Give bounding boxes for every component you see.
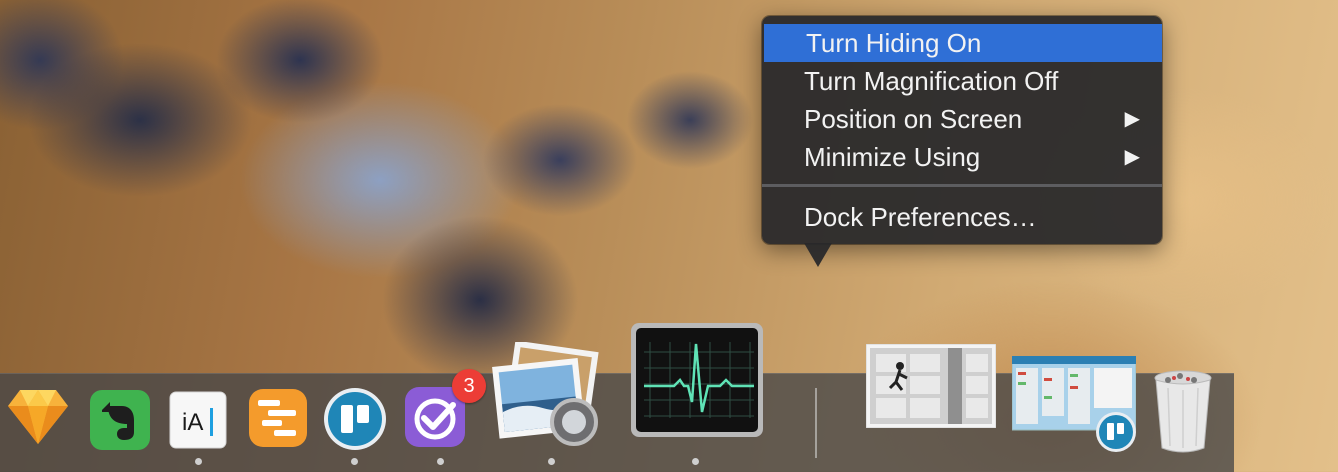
running-indicator xyxy=(437,458,444,465)
svg-text:iA: iA xyxy=(182,409,203,436)
menu-item-label: Turn Hiding On xyxy=(806,28,982,58)
preview-icon[interactable] xyxy=(492,342,600,448)
desktop: { "context_menu": { "items": [ {"label":… xyxy=(0,0,1338,472)
menu-item-label: Minimize Using xyxy=(804,142,981,172)
evernote-icon[interactable] xyxy=(88,388,152,452)
menu-item-position-on-screen[interactable]: Position on Screen ▶ xyxy=(762,100,1162,138)
ia-writer-icon[interactable]: iA xyxy=(166,388,230,452)
menu-item-label: Dock Preferences… xyxy=(804,202,1037,232)
menu-item-turn-hiding-on[interactable]: Turn Hiding On xyxy=(764,24,1162,62)
menu-item-dock-preferences[interactable]: Dock Preferences… xyxy=(762,198,1162,236)
running-indicator xyxy=(548,458,555,465)
menu-item-minimize-using[interactable]: Minimize Using ▶ xyxy=(762,138,1162,176)
submenu-arrow-icon: ▶ xyxy=(1124,146,1140,168)
running-indicator xyxy=(692,458,699,465)
sketch-icon[interactable] xyxy=(6,384,70,448)
omniplan-icon[interactable] xyxy=(246,386,310,450)
minimized-window-trello[interactable] xyxy=(1012,356,1136,454)
activity-monitor-icon[interactable] xyxy=(630,322,764,438)
dock-context-menu: Turn Hiding On Turn Magnification Off Po… xyxy=(762,16,1162,244)
dock-divider xyxy=(815,388,817,458)
trash-icon[interactable] xyxy=(1150,368,1216,454)
menu-item-label: Turn Magnification Off xyxy=(804,66,1059,96)
notification-badge: 3 xyxy=(452,369,486,403)
running-indicator xyxy=(351,458,358,465)
menu-pointer xyxy=(804,243,832,267)
minimized-window-image[interactable] xyxy=(866,344,996,428)
menu-separator xyxy=(762,184,1162,187)
menu-item-turn-magnification-off[interactable]: Turn Magnification Off xyxy=(762,62,1162,100)
submenu-arrow-icon: ▶ xyxy=(1124,108,1140,130)
menu-item-label: Position on Screen xyxy=(804,104,1023,134)
trello-icon[interactable] xyxy=(322,386,388,452)
running-indicator xyxy=(195,458,202,465)
